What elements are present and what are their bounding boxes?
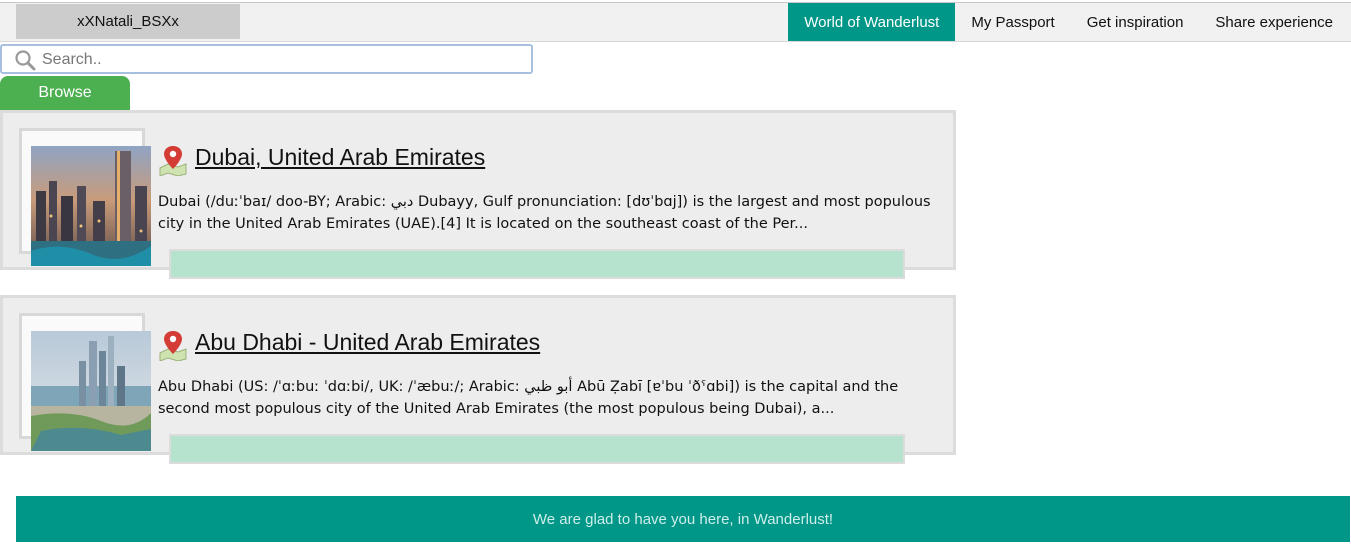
map-pin-icon: [159, 146, 187, 176]
place-card-dubai: Dubai, United Arab Emirates Dubai (/duːˈ…: [0, 110, 956, 279]
map-pin-icon: [159, 331, 187, 361]
username-tab[interactable]: xXNatali_BSXx: [16, 4, 240, 39]
footer-banner: We are glad to have you here, in Wanderl…: [16, 496, 1350, 542]
username-label: xXNatali_BSXx: [77, 13, 179, 30]
dubai-skyline-image: [31, 146, 151, 266]
search-icon: [15, 50, 36, 71]
browse-button[interactable]: Browse: [0, 76, 130, 110]
place-title[interactable]: Dubai, United Arab Emirates: [195, 144, 485, 171]
top-nav-bar: xXNatali_BSXx World of Wanderlust My Pas…: [0, 2, 1351, 42]
abu-dhabi-skyline-image: [31, 331, 151, 451]
search-box: [0, 44, 533, 74]
nav-share-experience[interactable]: Share experience: [1199, 3, 1349, 41]
place-description: Abu Dhabi (US: /ˈɑːbuː ˈdɑːbi/, UK: /ˈæb…: [158, 379, 899, 417]
nav-world-of-wanderlust[interactable]: World of Wanderlust: [788, 3, 956, 41]
card-action-bar[interactable]: [169, 249, 905, 279]
nav-my-passport[interactable]: My Passport: [955, 3, 1070, 41]
footer-message: We are glad to have you here, in Wanderl…: [532, 510, 834, 528]
nav-get-inspiration[interactable]: Get inspiration: [1071, 3, 1200, 41]
place-description: Dubai (/duːˈbaɪ/ doo-BY; Arabic: دبي Dub…: [158, 194, 931, 232]
main-nav: World of Wanderlust My Passport Get insp…: [788, 3, 1349, 42]
place-title[interactable]: Abu Dhabi - United Arab Emirates: [195, 329, 540, 356]
place-card-abu-dhabi: Abu Dhabi - United Arab Emirates Abu Dha…: [0, 295, 956, 464]
search-input[interactable]: [40, 48, 524, 72]
card-action-bar[interactable]: [169, 434, 905, 464]
